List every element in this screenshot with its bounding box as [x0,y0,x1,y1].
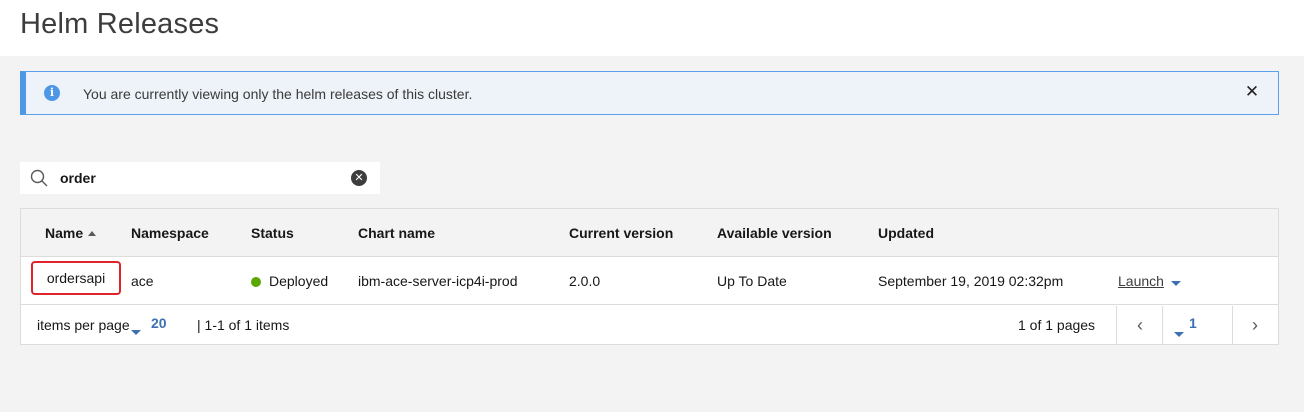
next-page-button[interactable]: › [1233,306,1277,344]
current-version-cell: 2.0.0 [569,273,601,289]
clear-search-icon[interactable]: ✕ [351,170,367,186]
info-notification: i You are currently viewing only the hel… [20,71,1279,115]
release-name-link[interactable]: ordersapi [31,261,121,295]
close-notification-button[interactable]: ✕ [1242,82,1262,102]
info-icon: i [44,85,60,101]
launch-link[interactable]: Launch [1118,273,1164,289]
table-row: ordersapi ace Deployed ibm-ace-server-ic… [21,257,1278,305]
launch-action[interactable]: Launch [1118,273,1181,289]
pagination: items per page 20 | 1-1 of 1 items 1 of … [21,306,1278,344]
pager-divider [1162,306,1163,344]
column-header-namespace[interactable]: Namespace [131,225,209,241]
search-input[interactable] [60,168,340,188]
item-range: | 1-1 of 1 items [197,317,290,333]
page-title: Helm Releases [20,8,220,40]
search-bar: ✕ [20,162,380,194]
column-header-updated[interactable]: Updated [878,225,934,241]
status-deployed-icon [251,277,261,287]
status-cell: Deployed [251,273,328,289]
page-select-caret-icon[interactable] [1174,332,1184,337]
column-header-status[interactable]: Status [251,225,294,241]
helm-releases-table: Name Namespace Status Chart name Current… [20,208,1279,345]
page-count: 1 of 1 pages [1018,317,1096,333]
table-header: Name Namespace Status Chart name Current… [21,209,1278,257]
column-header-current-version[interactable]: Current version [569,225,673,241]
pager-divider [1116,306,1117,344]
available-version-cell: Up To Date [717,273,787,289]
chart-name-cell: ibm-ace-server-icp4i-prod [358,273,518,289]
previous-page-button[interactable]: ‹ [1118,306,1162,344]
items-per-page-label: items per page [37,317,130,333]
chevron-down-icon[interactable] [1170,281,1181,286]
page-header: Helm Releases [0,0,1304,56]
column-header-chart-name[interactable]: Chart name [358,225,435,241]
notification-text: You are currently viewing only the helm … [83,86,473,102]
search-icon [30,169,48,187]
column-header-name[interactable]: Name [45,225,97,241]
page-select[interactable]: 1 [1189,315,1197,331]
namespace-cell: ace [131,273,154,289]
updated-cell: September 19, 2019 02:32pm [878,273,1064,289]
sort-ascending-icon [88,231,97,236]
column-header-available-version[interactable]: Available version [717,225,832,241]
items-per-page-select[interactable]: 20 [151,315,167,331]
items-per-page-caret-icon[interactable] [131,330,141,335]
